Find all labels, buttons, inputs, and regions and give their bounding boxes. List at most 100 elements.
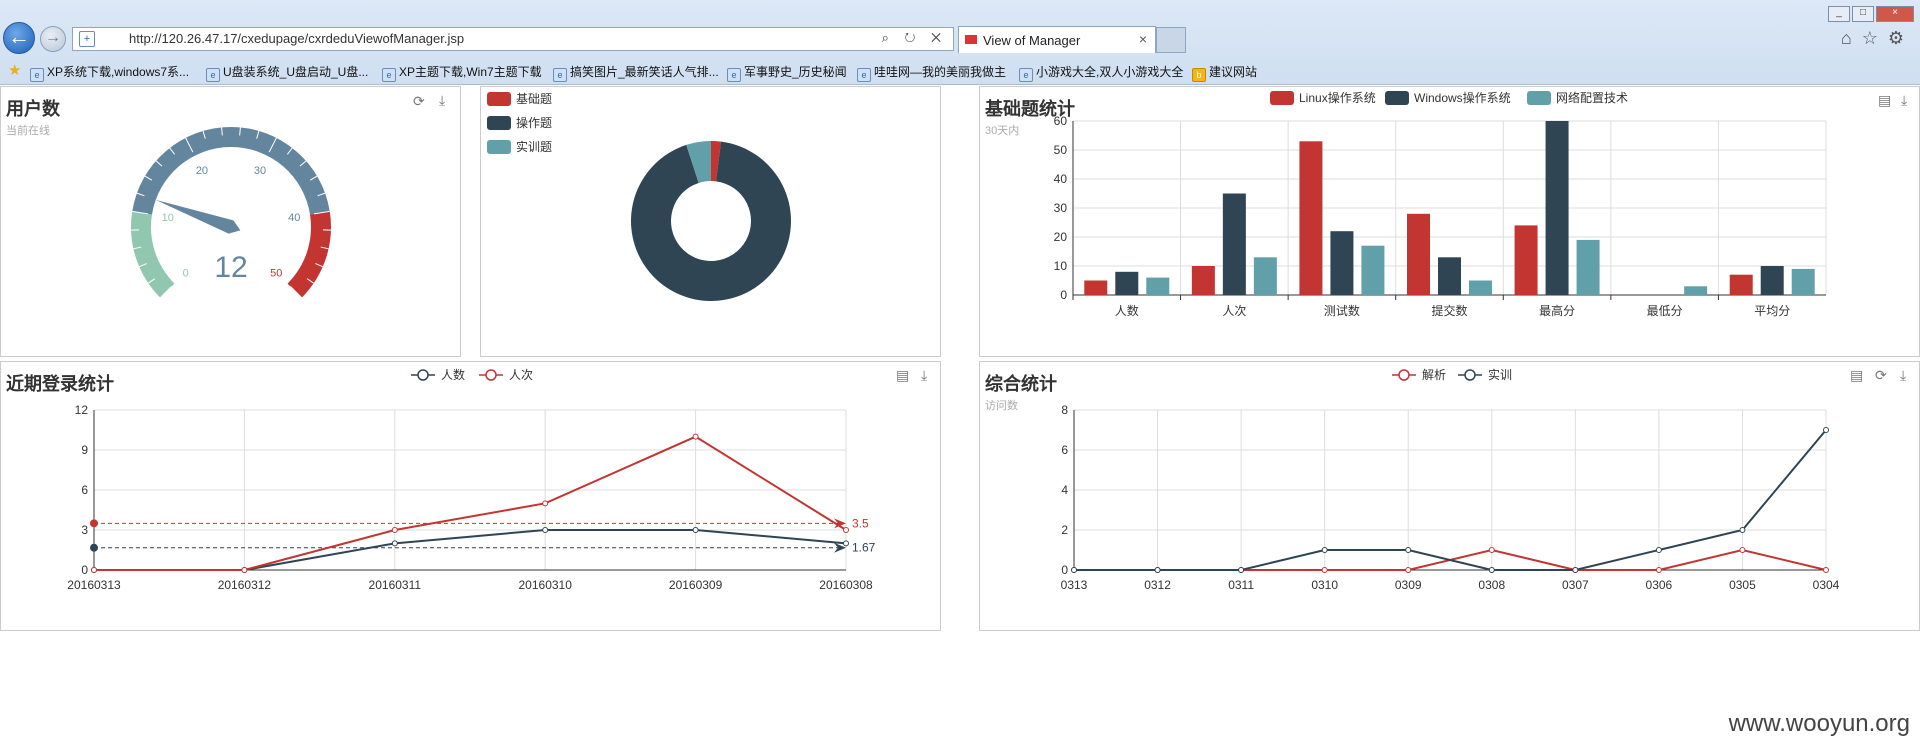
data-point bbox=[692, 433, 699, 440]
x-tick-label: 0306 bbox=[1646, 578, 1673, 592]
legend[interactable]: 解析 实训 bbox=[1392, 367, 1512, 382]
maximize-button[interactable]: □ bbox=[1852, 6, 1874, 22]
x-tick-label: 0305 bbox=[1729, 578, 1756, 592]
browser-tab[interactable]: View of Manager × bbox=[958, 26, 1156, 53]
x-tick-label: 20160311 bbox=[369, 578, 422, 592]
data-point bbox=[1071, 567, 1077, 573]
data-point bbox=[1823, 427, 1829, 433]
forward-button[interactable]: → bbox=[40, 26, 66, 52]
data-point bbox=[1405, 567, 1412, 573]
new-tab-button[interactable] bbox=[1156, 27, 1186, 53]
back-button[interactable]: ← bbox=[3, 22, 35, 54]
favorite-link[interactable]: e 哇哇网—我的美丽我做主 bbox=[857, 63, 1006, 82]
x-tick-label: 0304 bbox=[1813, 578, 1840, 592]
favorite-link[interactable]: e XP主题下载,Win7主题下载 bbox=[382, 63, 542, 82]
y-tick-label: 2 bbox=[1061, 523, 1068, 537]
y-tick-label: 12 bbox=[75, 403, 89, 417]
x-tick-label: 20160312 bbox=[218, 578, 272, 592]
bar bbox=[1469, 280, 1492, 295]
question-type-panel: 基础题 操作题 实训题 bbox=[480, 86, 941, 357]
favorite-link[interactable]: b 建议网站 bbox=[1192, 63, 1257, 82]
recent-login-panel: 近期登录统计 ▤ ⤓ 人数 人次 0 3 6 9 12 20160313 20160312 2… bbox=[0, 361, 941, 631]
y-tick-label: 3 bbox=[81, 523, 88, 537]
legend-label: 操作题 bbox=[516, 115, 552, 130]
y-tick-label: 0 bbox=[81, 563, 88, 577]
legend-swatch bbox=[1464, 369, 1476, 381]
y-tick-label: 40 bbox=[1054, 172, 1068, 186]
tab-favicon-icon bbox=[965, 35, 977, 44]
y-tick-label: 6 bbox=[81, 483, 88, 497]
x-tick-label: 0307 bbox=[1562, 578, 1589, 592]
favorite-link[interactable]: e 军事野史_历史秘闻 bbox=[727, 63, 847, 82]
legend-label: 实训 bbox=[1488, 367, 1512, 382]
gauge-tick-label: 20 bbox=[196, 165, 208, 177]
y-tick-label: 8 bbox=[1061, 403, 1068, 417]
data-point bbox=[241, 567, 248, 573]
y-tick-label: 10 bbox=[1054, 259, 1068, 273]
x-tick-label: 人次 bbox=[1222, 304, 1246, 318]
gauge-tick-label: 40 bbox=[288, 212, 300, 224]
favorite-link[interactable]: e U盘装系统_U盘启动_U盘... bbox=[206, 63, 368, 82]
minimize-button[interactable]: _ bbox=[1828, 6, 1850, 22]
data-point bbox=[1739, 547, 1746, 553]
legend-swatch bbox=[1385, 91, 1409, 105]
data-point bbox=[91, 567, 97, 573]
favorite-link[interactable]: e 搞笑图片_最新笑话人气排... bbox=[553, 63, 719, 82]
bar bbox=[1576, 239, 1600, 295]
x-tick-label: 平均分 bbox=[1754, 304, 1790, 318]
browser-tool-icons[interactable]: ⌂☆⚙ bbox=[1841, 28, 1914, 49]
legend[interactable]: 人数 人次 bbox=[411, 367, 533, 382]
data-point bbox=[1405, 547, 1412, 553]
gauge-tick-label: 10 bbox=[162, 212, 174, 224]
donut-slices[interactable] bbox=[631, 141, 791, 301]
watermark: www.wooyun.org bbox=[1728, 710, 1910, 737]
favorite-link[interactable]: e 小游戏大全,双人小游戏大全 bbox=[1019, 63, 1183, 82]
avg-start-marker bbox=[90, 543, 98, 552]
x-tick-label: 0309 bbox=[1395, 578, 1422, 592]
address-url[interactable]: http://120.26.47.17/cxedupage/cxrdeduVie… bbox=[129, 31, 464, 46]
bar bbox=[1253, 257, 1277, 295]
data-point bbox=[542, 527, 549, 533]
series-line bbox=[1074, 429, 1827, 571]
legend-label: 网络配置技术 bbox=[1556, 90, 1628, 105]
y-tick-label: 6 bbox=[1061, 443, 1068, 457]
bar bbox=[1146, 277, 1170, 295]
x-tick-label: 最低分 bbox=[1647, 304, 1683, 318]
bar bbox=[1760, 266, 1784, 295]
address-bar[interactable]: + http://120.26.47.17/cxedupage/cxrdeduV… bbox=[72, 27, 954, 51]
window-controls: _ □ × bbox=[1826, 2, 1914, 22]
window-close-button[interactable]: × bbox=[1876, 6, 1914, 22]
gauge-tick-label: 30 bbox=[254, 165, 266, 177]
y-tick-label: 60 bbox=[1054, 114, 1068, 128]
legend[interactable]: 基础题 操作题 实训题 bbox=[487, 92, 552, 154]
login-line-chart: 人数 人次 0 3 6 9 12 20160313 20160312 20160311 2016… bbox=[67, 367, 875, 592]
series-line bbox=[94, 529, 847, 571]
bar bbox=[1222, 193, 1246, 295]
bar bbox=[1684, 286, 1708, 295]
legend-swatch bbox=[1398, 369, 1410, 381]
x-tick-label: 0308 bbox=[1478, 578, 1505, 592]
avg-label: 3.5 bbox=[852, 516, 869, 530]
data-point bbox=[1321, 547, 1328, 553]
gauge-tick-label: 0 bbox=[183, 267, 189, 279]
x-tick-label: 最高分 bbox=[1539, 303, 1575, 318]
y-tick-label: 30 bbox=[1054, 201, 1068, 215]
legend-swatch bbox=[417, 369, 429, 381]
favorite-link[interactable]: e XP系统下载,windows7系... bbox=[30, 63, 189, 82]
y-tick-label: 9 bbox=[81, 443, 88, 457]
browser-chrome: ← → + http://120.26.47.17/cxedupage/cxrd… bbox=[0, 0, 1920, 85]
x-tick-label: 20160309 bbox=[669, 578, 723, 592]
legend[interactable]: Linux操作系统 Windows操作系统 网络配置技术 bbox=[1270, 90, 1628, 105]
bar bbox=[1115, 271, 1139, 295]
y-tick-label: 0 bbox=[1060, 288, 1067, 302]
favorites-bar: ★ e XP系统下载,windows7系... e U盘装系统_U盘启动_U盘...… bbox=[0, 58, 1920, 82]
address-controls-icon[interactable]: ⌕ ↻ ✕ bbox=[882, 30, 947, 46]
legend-label: 人数 bbox=[441, 367, 465, 382]
data-point bbox=[542, 500, 549, 507]
data-point bbox=[391, 540, 398, 547]
favorites-star-icon[interactable]: ★ bbox=[8, 61, 21, 79]
tab-close-icon[interactable]: × bbox=[1139, 31, 1147, 47]
legend-swatch bbox=[487, 116, 511, 130]
data-point bbox=[1739, 527, 1746, 533]
bar-chart: Linux操作系统 Windows操作系统 网络配置技术 0 10 20 30 40 50… bbox=[1054, 90, 1827, 318]
